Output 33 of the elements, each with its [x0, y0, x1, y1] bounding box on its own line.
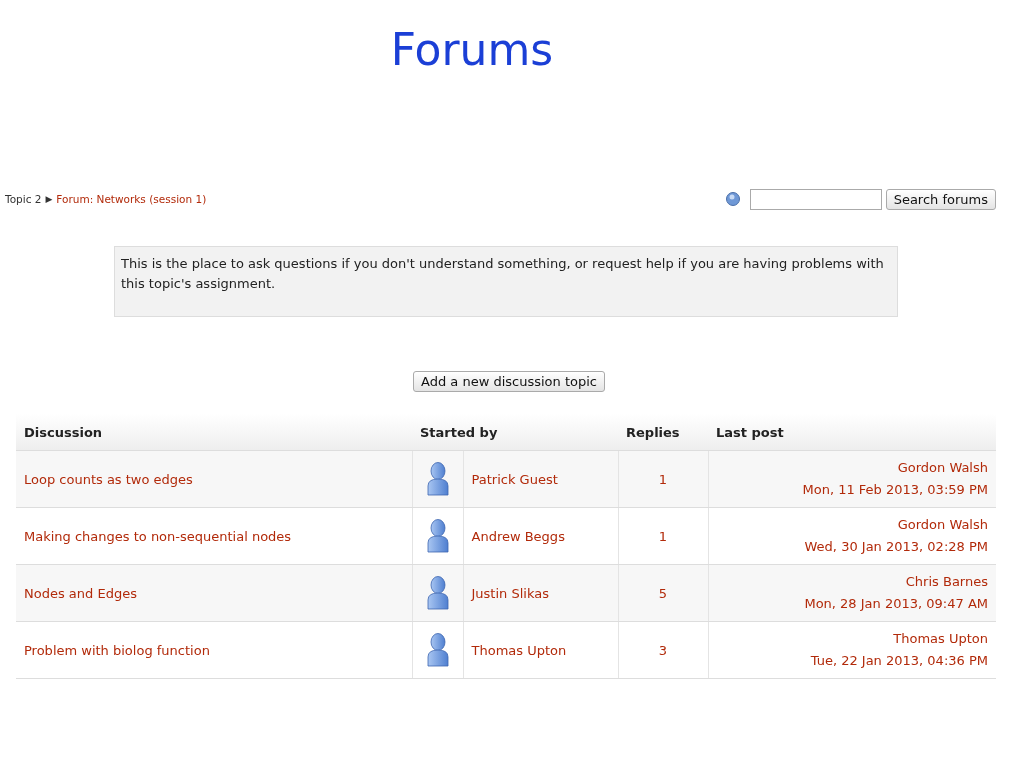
- add-topic-button[interactable]: Add a new discussion topic: [413, 371, 605, 392]
- help-icon[interactable]: [725, 192, 740, 206]
- slide-title: Forums: [390, 24, 554, 75]
- replies-count[interactable]: 3: [658, 642, 668, 658]
- discussion-link[interactable]: Loop counts as two edges: [24, 471, 193, 487]
- breadcrumb-link[interactable]: Topic 2: [5, 193, 42, 205]
- last-post-author[interactable]: Thomas Upton: [893, 631, 988, 646]
- last-post-author[interactable]: Chris Barnes: [905, 574, 988, 589]
- user-silhouette-icon: [426, 633, 449, 667]
- author-link[interactable]: Patrick Guest: [471, 471, 558, 487]
- breadcrumb-separator: ▶: [45, 194, 53, 204]
- last-post-author[interactable]: Gordon Walsh: [897, 517, 988, 532]
- discussion-link[interactable]: Nodes and Edges: [24, 585, 137, 601]
- last-post-date[interactable]: Wed, 30 Jan 2013, 02:28 PM: [804, 539, 988, 554]
- discussion-link[interactable]: Making changes to non-sequential nodes: [24, 528, 292, 544]
- replies-count[interactable]: 5: [658, 585, 668, 601]
- search-field[interactable]: [749, 188, 882, 210]
- last-post-date[interactable]: Mon, 11 Feb 2013, 03:59 PM: [802, 482, 988, 497]
- author-link[interactable]: Thomas Upton: [471, 642, 567, 658]
- last-post-author[interactable]: Gordon Walsh: [897, 460, 988, 475]
- last-post-date[interactable]: Tue, 22 Jan 2013, 04:36 PM: [810, 653, 988, 668]
- user-silhouette-icon: [426, 462, 449, 496]
- user-silhouette-icon: [426, 576, 449, 610]
- replies-count[interactable]: 1: [658, 528, 668, 544]
- search-button[interactable]: Search forums: [885, 188, 996, 210]
- discussion-link[interactable]: Problem with biolog function: [24, 642, 210, 658]
- last-post-date[interactable]: Mon, 28 Jan 2013, 09:47 AM: [804, 596, 988, 611]
- author-link[interactable]: Andrew Beggs: [471, 528, 565, 544]
- forum-intro: This is the place to ask questions if you don't understand something, or request help if you are having problems with this topic's assignment.: [114, 246, 898, 317]
- breadcrumb-current[interactable]: Forum: Networks (session 1): [56, 193, 207, 205]
- author-link[interactable]: Justin Slikas: [471, 585, 549, 601]
- replies-count[interactable]: 1: [658, 471, 668, 487]
- user-silhouette-icon: [426, 519, 449, 553]
